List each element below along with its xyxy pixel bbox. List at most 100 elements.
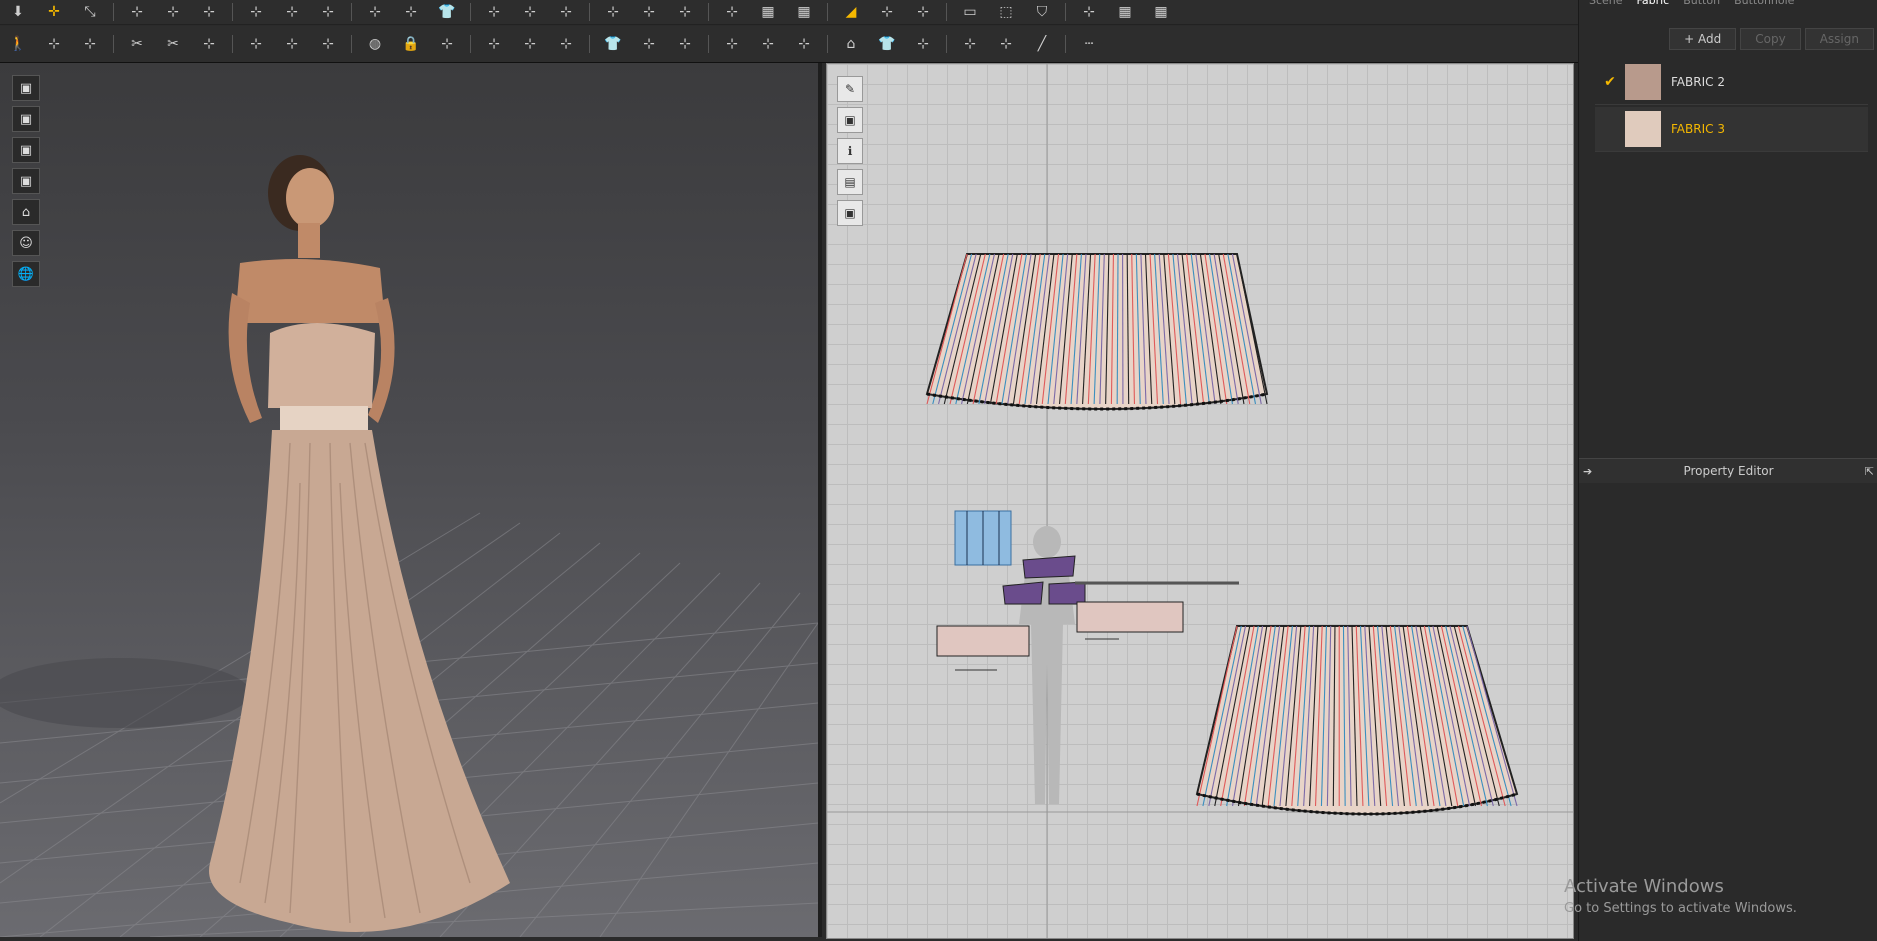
waistband: [280, 406, 368, 430]
tab-scene[interactable]: Scene: [1589, 0, 1623, 10]
seam-icon[interactable]: ⊹: [634, 0, 664, 24]
watermark-subtitle: Go to Settings to activate Windows.: [1564, 901, 1797, 916]
lock-icon[interactable]: 🔒: [396, 32, 426, 56]
segment-icon[interactable]: ⊹: [241, 0, 271, 24]
box-icon[interactable]: ▭: [955, 0, 985, 24]
trace-icon[interactable]: ⊹: [313, 0, 343, 24]
pin-icon[interactable]: ⊹: [908, 0, 938, 24]
skirt-pattern-front: [925, 253, 1269, 411]
grid-icon-4[interactable]: ▦: [1146, 0, 1176, 24]
shirt-3d-icon[interactable]: 👕: [598, 32, 628, 56]
measure-icon[interactable]: ⊹: [670, 0, 700, 24]
import-icon[interactable]: ⬇: [3, 0, 33, 24]
add-button[interactable]: + Add: [1669, 28, 1737, 50]
band-pattern-right: [1076, 601, 1184, 640]
eye-shirt-icon[interactable]: ▣: [837, 107, 863, 133]
grid-icon-3[interactable]: ▦: [1110, 0, 1140, 24]
split-icon[interactable]: ⊹: [551, 32, 581, 56]
avatar-pose-icon[interactable]: ⊹: [396, 0, 426, 24]
move-icon[interactable]: ✛: [39, 0, 69, 24]
popout-icon[interactable]: ⇱: [1865, 465, 1877, 478]
property-editor-header: ➔ Property Editor ⇱: [1579, 458, 1877, 483]
flatten-icon[interactable]: ⊹: [515, 32, 545, 56]
highlight-icon[interactable]: ◢: [836, 0, 866, 24]
fold-3d-icon[interactable]: ⊹: [479, 32, 509, 56]
face-icon[interactable]: ☺: [12, 230, 40, 256]
edit-mesh-icon[interactable]: ⊹: [75, 32, 105, 56]
pin-3d-icon[interactable]: ⊹: [277, 32, 307, 56]
fabric-item[interactable]: FABRIC 3: [1595, 107, 1868, 152]
hanger-icon[interactable]: ⌂: [12, 199, 40, 225]
transform-pattern-icon[interactable]: ⊹: [717, 32, 747, 56]
grid-icon[interactable]: ▦: [753, 0, 783, 24]
shirt-icon[interactable]: 👕: [432, 0, 462, 24]
texture-view-icon[interactable]: ▣: [12, 106, 40, 132]
seam-2d-icon[interactable]: ⊹: [991, 32, 1021, 56]
info-icon[interactable]: ℹ: [837, 138, 863, 164]
arrange-icon[interactable]: ⊹: [313, 32, 343, 56]
copy-button[interactable]: Copy: [1740, 28, 1801, 50]
fold-icon[interactable]: ⊹: [360, 0, 390, 24]
pencil-icon[interactable]: ✎: [837, 76, 863, 102]
grid-icon-2[interactable]: ▦: [789, 0, 819, 24]
arrow-icon[interactable]: ➔: [1579, 465, 1592, 478]
toolbar-separator: [1065, 3, 1066, 21]
toolbar-separator: [113, 3, 114, 21]
skirt-pattern-back: [1195, 625, 1519, 816]
fabric-item[interactable]: ✔ FABRIC 2: [1595, 60, 1868, 105]
garment-gray-icon[interactable]: ▣: [837, 200, 863, 226]
fit-icon[interactable]: ⊹: [515, 0, 545, 24]
curve-icon[interactable]: ⊹: [753, 32, 783, 56]
garment-3d-icon[interactable]: ⊹: [634, 32, 664, 56]
sew-icon[interactable]: ⊹: [277, 0, 307, 24]
tack-2d-icon[interactable]: ⊹: [955, 32, 985, 56]
curve-point-icon[interactable]: ⊹: [194, 0, 224, 24]
shield-icon[interactable]: ⛉: [1027, 0, 1057, 24]
line-icon[interactable]: ╱: [1027, 32, 1057, 56]
sew-2d-icon[interactable]: ⊹: [908, 32, 938, 56]
pleat-icon[interactable]: ⊹: [598, 0, 628, 24]
dotted-line-icon[interactable]: ┄: [1074, 32, 1104, 56]
pleat-fold-icon[interactable]: ⊹: [1074, 0, 1104, 24]
tack-icon[interactable]: ⊹: [241, 32, 271, 56]
assign-button[interactable]: Assign: [1804, 28, 1874, 50]
toolbar-separator: [470, 3, 471, 21]
shirt-2d-icon[interactable]: 👕: [872, 32, 902, 56]
toolbar-separator: [232, 3, 233, 21]
point-select-icon[interactable]: ⊹: [872, 0, 902, 24]
scissor-icon[interactable]: ✂: [158, 32, 188, 56]
tab-buttonhole[interactable]: Buttonhole: [1734, 0, 1794, 10]
edit-curve-icon[interactable]: ⊹: [122, 0, 152, 24]
fabric-actions: + Add Copy Assign: [1579, 10, 1877, 58]
transform-icon[interactable]: ⤡: [75, 0, 105, 24]
layers-icon[interactable]: ▤: [837, 169, 863, 195]
globe-icon[interactable]: 🌐: [12, 261, 40, 287]
select-mesh-icon[interactable]: ⊹: [39, 32, 69, 56]
3d-view-toolbar: ▣ ▣ ▣ ▣ ⌂ ☺ 🌐: [12, 75, 40, 287]
tab-button[interactable]: Button: [1683, 0, 1720, 10]
shirt-view-icon[interactable]: ▣: [12, 75, 40, 101]
zipper-icon[interactable]: ⊹: [432, 32, 462, 56]
toolbar-separator: [351, 3, 352, 21]
add-point-icon[interactable]: ⊹: [158, 0, 188, 24]
iron-icon[interactable]: ⌂: [836, 32, 866, 56]
main-toolbar-bottom: 🚶 ⊹ ⊹ ✂ ✂ ⊹ ⊹ ⊹ ⊹ ◍ 🔒 ⊹ ⊹ ⊹ ⊹ 👕 ⊹ ⊹ ⊹ ⊹ ⊹ ⌂ 👕 ⊹ ⊹ ⊹ ╱ ┄: [0, 26, 1578, 63]
watermark-title: Activate Windows: [1564, 876, 1724, 897]
sew-3d-icon[interactable]: ⊹: [194, 32, 224, 56]
3d-garment-window[interactable]: ▣ ▣ ▣ ▣ ⌂ ☺ 🌐: [0, 63, 822, 937]
box-select-icon[interactable]: ⬚: [991, 0, 1021, 24]
panel-tabs: Scene Fabric Button Buttonhole: [1579, 0, 1877, 10]
cut-icon[interactable]: ✂: [122, 32, 152, 56]
walk-icon[interactable]: 🚶: [3, 32, 33, 56]
band-pattern-left: [936, 625, 1030, 671]
edit-pattern-icon[interactable]: ⊹: [670, 32, 700, 56]
tuck-icon[interactable]: ⊹: [551, 0, 581, 24]
tab-fabric[interactable]: Fabric: [1637, 0, 1670, 10]
avatar-view-icon[interactable]: ▣: [12, 137, 40, 163]
sphere-icon[interactable]: ◍: [360, 32, 390, 56]
2d-pattern-window[interactable]: ✎ ▣ ℹ ▤ ▣: [826, 63, 1574, 939]
internal-line-icon[interactable]: ⊹: [717, 0, 747, 24]
add-point-2d-icon[interactable]: ⊹: [789, 32, 819, 56]
garment-icon[interactable]: ⊹: [479, 0, 509, 24]
fabric-view-icon[interactable]: ▣: [12, 168, 40, 194]
